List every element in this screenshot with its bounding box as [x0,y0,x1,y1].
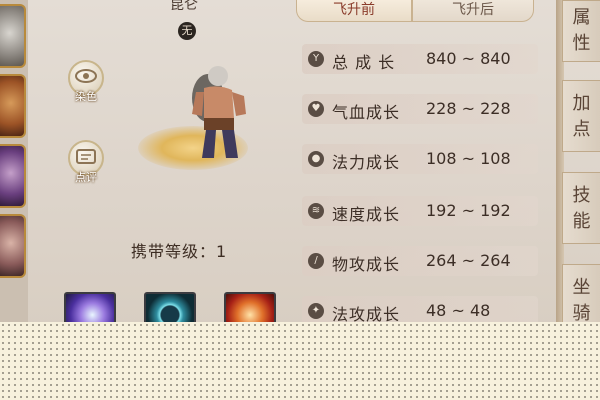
stat-value: 840 ~ 840 [426,49,511,68]
pet-portrait-2[interactable] [0,74,26,138]
stat-label: 总 成 长 [332,53,396,72]
stat-row-mana: ● 法力成长 108 ~ 108 [302,144,538,174]
character-model[interactable] [168,58,268,168]
heart-icon: ♥ [308,101,324,117]
carry-level: 携带等级：1 [131,238,227,262]
stat-value: 192 ~ 192 [426,201,511,220]
stat-value: 108 ~ 108 [426,149,511,168]
total-growth-icon: Y [308,51,324,67]
character-badge: 无 [178,22,196,40]
stat-row-speed: ≋ 速度成长 192 ~ 192 [302,196,538,226]
dotted-overlay [0,322,600,400]
pet-portrait-list [0,0,28,330]
stat-row-total: Y 总 成 长 840 ~ 840 [302,44,538,74]
tab-attributes-label: 属性 [572,7,591,54]
stat-label: 物攻成长 [332,255,401,274]
stat-label: 法力成长 [332,153,401,172]
stat-label: 速度成长 [332,205,401,224]
physical-attack-icon: / [308,253,324,269]
character-name: 昆仑 [170,0,198,13]
tab-skills-label: 技能 [572,185,591,232]
tab-before-ascension[interactable]: 飞升前 [296,0,412,22]
tab-attributes[interactable]: 属性 [562,0,600,62]
stat-label: 气血成长 [332,103,401,122]
pet-portrait-1[interactable] [0,4,26,68]
dye-button-label: 染色 [75,90,97,103]
pet-detail-panel: 染色 点评 昆仑 无 携带等级：1 飞升前 飞升后 Y 总 成 长 840 ~ … [0,0,600,332]
stat-value: 48 ~ 48 [426,301,491,320]
carry-level-label: 携带等级： [131,242,217,261]
review-button-label: 点评 [75,171,97,184]
mana-drop-icon: ● [308,151,324,167]
tab-add-points-label: 加点 [572,93,591,140]
tab-add-points[interactable]: 加点 [562,80,600,152]
speed-icon: ≋ [308,203,324,219]
tab-mount[interactable]: 坐骑 [562,264,600,330]
magic-attack-icon: ✦ [308,303,324,319]
stat-value: 264 ~ 264 [426,251,511,270]
tab-skills[interactable]: 技能 [562,172,600,244]
pet-portrait-4[interactable] [0,214,26,278]
tab-mount-label: 坐骑 [572,277,591,324]
stat-value: 228 ~ 228 [426,99,511,118]
stat-row-physical-attack: / 物攻成长 264 ~ 264 [302,246,538,276]
pet-portrait-3[interactable] [0,144,26,208]
stat-row-hp: ♥ 气血成长 228 ~ 228 [302,94,538,124]
carry-level-value: 1 [216,242,228,261]
tab-after-ascension[interactable]: 飞升后 [412,0,534,22]
